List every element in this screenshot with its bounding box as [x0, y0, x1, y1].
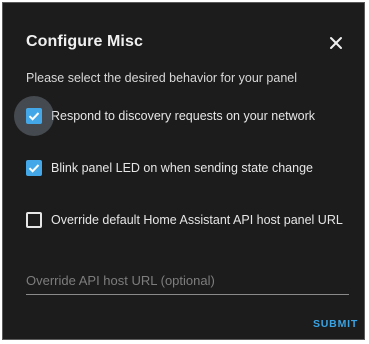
checkbox-box — [26, 108, 42, 124]
checkmark-icon — [28, 112, 40, 121]
checkmark-icon — [28, 164, 40, 173]
screen: Configure Misc Please select the desired… — [0, 0, 369, 344]
dialog-subtitle: Please select the desired behavior for y… — [26, 71, 297, 85]
checkbox-override-api-host[interactable] — [26, 212, 42, 228]
submit-button[interactable]: SUBMIT — [313, 318, 358, 330]
option-label: Override default Home Assistant API host… — [51, 213, 343, 227]
option-override-api-host[interactable]: Override default Home Assistant API host… — [26, 210, 343, 230]
close-icon — [330, 37, 342, 49]
configure-misc-dialog: Configure Misc Please select the desired… — [2, 2, 365, 340]
api-host-url-field[interactable] — [26, 265, 349, 295]
dialog-title: Configure Misc — [26, 33, 143, 50]
checkbox-respond-discovery[interactable] — [14, 96, 54, 136]
option-label: Respond to discovery requests on your ne… — [51, 109, 316, 123]
close-button[interactable] — [325, 32, 347, 54]
option-label: Blink panel LED on when sending state ch… — [51, 161, 313, 175]
option-respond-discovery[interactable]: Respond to discovery requests on your ne… — [14, 96, 316, 136]
checkbox-blink-led[interactable] — [26, 160, 42, 176]
checkbox-box — [26, 212, 42, 228]
option-blink-led[interactable]: Blink panel LED on when sending state ch… — [26, 158, 313, 178]
checkbox-box — [26, 160, 42, 176]
api-host-url-input[interactable] — [26, 269, 349, 291]
